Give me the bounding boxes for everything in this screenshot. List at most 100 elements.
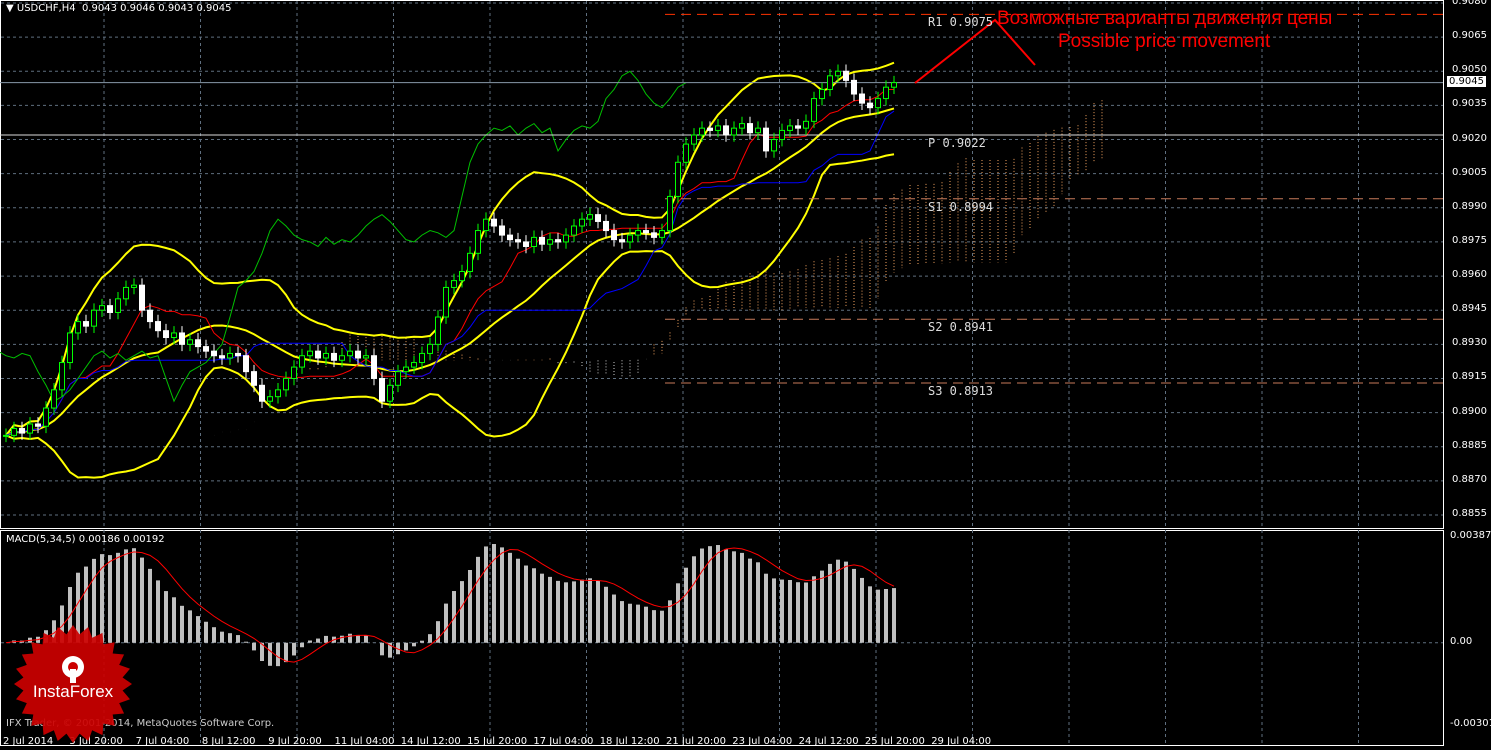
- macd-histogram-bar: [236, 635, 240, 643]
- candle-body: [387, 384, 393, 402]
- macd-histogram-bar: [620, 601, 624, 643]
- candle-body: [99, 305, 105, 311]
- y-tick-label: 0.9020: [1452, 132, 1487, 144]
- bollinger-lower: [5, 153, 895, 479]
- candle-body: [763, 127, 769, 152]
- candle-body: [683, 143, 689, 163]
- candle-body: [443, 286, 449, 318]
- macd-histogram-bar: [380, 642, 384, 656]
- candle-body: [611, 230, 617, 241]
- x-tick-label: 14 Jul 12:00: [400, 736, 461, 747]
- candle-body: [427, 343, 433, 354]
- candle-body: [219, 355, 225, 359]
- macd-histogram-bar: [444, 603, 448, 643]
- macd-header: MACD(5,34,5) 0.00186 0.00192: [6, 534, 165, 545]
- macd-histogram-bar: [476, 556, 480, 643]
- candle-body: [187, 339, 193, 345]
- candle-body: [35, 423, 41, 427]
- macd-histogram-bar: [628, 603, 632, 643]
- candle-body: [547, 239, 553, 245]
- candle-body: [451, 280, 457, 288]
- macd-histogram-bar: [412, 642, 416, 647]
- candle-body: [779, 129, 785, 141]
- macd-histogram-bar: [212, 627, 216, 643]
- pivot-label: R1 0.9075: [928, 15, 994, 30]
- candle-body: [491, 218, 497, 227]
- chikou-span: [0, 70, 687, 403]
- candle-body: [275, 389, 281, 398]
- svg-text:InstaForex: InstaForex: [33, 682, 114, 701]
- annotation-ru: Возможные варианты движения цены: [997, 8, 1333, 29]
- macd-histogram-bar: [836, 559, 840, 643]
- candle-body: [755, 127, 761, 134]
- candle-body: [195, 339, 201, 348]
- macd-histogram-bar: [180, 605, 184, 643]
- candle-body: [371, 355, 377, 379]
- candle-body: [483, 218, 489, 232]
- candle-body: [115, 298, 121, 313]
- candle-body: [211, 350, 217, 357]
- candle-body: [875, 98, 881, 109]
- macd-histogram-bar: [644, 606, 648, 643]
- macd-histogram-bar: [636, 604, 640, 643]
- y-tick-label: 0.8870: [1452, 473, 1487, 485]
- symbol-label: USDCHF,H4: [16, 3, 76, 14]
- candle-body: [299, 355, 305, 368]
- x-tick-label: 24 Jul 12:00: [798, 736, 859, 747]
- main-panel-frame: [0, 0, 1444, 529]
- x-tick-label: 25 Jul 20:00: [864, 736, 925, 747]
- candle-body: [747, 123, 753, 134]
- candle-body: [43, 407, 49, 427]
- tenkan-sen: [5, 88, 894, 436]
- macd-histogram-bar: [652, 610, 656, 643]
- candle-body: [523, 241, 529, 247]
- pivot-label: S2 0.8941: [928, 320, 994, 335]
- candle-body: [11, 428, 17, 436]
- macd-histogram-bar: [604, 586, 608, 643]
- candle-body: [323, 352, 329, 359]
- macd-histogram-bar: [252, 642, 256, 651]
- price-chart[interactable]: [0, 0, 1491, 750]
- candle-body: [731, 127, 737, 136]
- macd-histogram-bar: [292, 642, 296, 656]
- candle-body: [27, 423, 33, 434]
- candle-body: [811, 98, 817, 122]
- macd-histogram-bar: [356, 634, 360, 643]
- y-tick-label: 0.8885: [1452, 439, 1487, 451]
- macd-histogram-bar: [780, 579, 784, 643]
- candle-body: [163, 330, 169, 339]
- macd-histogram-bar: [820, 570, 824, 643]
- candle-body: [835, 70, 841, 77]
- candle-body: [659, 230, 665, 238]
- macd-histogram-bar: [852, 568, 856, 643]
- candle-body: [235, 352, 241, 357]
- candle-body: [867, 102, 873, 109]
- candle-body: [259, 384, 265, 402]
- y-tick-label: 0.9050: [1452, 64, 1487, 76]
- candle-body: [843, 70, 849, 81]
- candle-body: [851, 79, 857, 95]
- macd-histogram-bar: [740, 552, 744, 643]
- candle-body: [795, 125, 801, 129]
- candle-body: [363, 355, 369, 359]
- x-tick-label: 15 Jul 20:00: [467, 736, 528, 747]
- macd-histogram-bar: [348, 633, 352, 643]
- macd-histogram-bar: [540, 573, 544, 643]
- candle-body: [627, 234, 633, 243]
- candle-body: [83, 321, 89, 327]
- macd-histogram-bar: [164, 591, 168, 643]
- macd-histogram-bar: [308, 640, 312, 643]
- candle-body: [707, 127, 713, 131]
- y-tick-label: 0.9035: [1452, 98, 1487, 110]
- bollinger-middle: [5, 107, 895, 437]
- candle-body: [331, 352, 337, 361]
- dropdown-triangle-icon[interactable]: ▼: [6, 3, 14, 14]
- candle-body: [635, 230, 641, 236]
- candle-body: [203, 346, 209, 352]
- macd-histogram-bar: [516, 558, 520, 643]
- candle-body: [379, 377, 385, 402]
- candle-body: [539, 236, 545, 245]
- macd-signal-line: [5, 547, 895, 663]
- y-tick-label: 0.8900: [1452, 405, 1487, 417]
- candle-body: [739, 123, 745, 129]
